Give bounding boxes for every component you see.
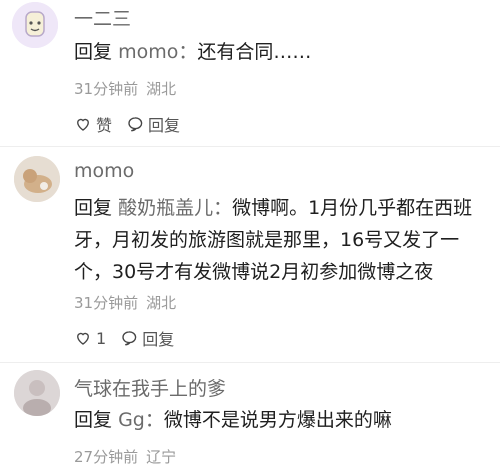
divider xyxy=(0,146,500,147)
mention-link[interactable]: 酸奶瓶盖儿 xyxy=(118,197,213,219)
comment-time: 27分钟前 xyxy=(74,448,139,466)
reply-label: 回复 xyxy=(148,116,181,135)
comment-meta: 31分钟前 湖北 xyxy=(74,78,184,99)
heart-icon xyxy=(77,118,89,131)
like-button[interactable]: 赞 xyxy=(74,112,112,136)
mention-separator: ： xyxy=(213,197,233,219)
comment-location: 湖北 xyxy=(146,294,177,312)
comment-username[interactable]: 一二三 xyxy=(74,4,131,31)
comment-text: 还有合同…… xyxy=(197,41,312,63)
like-count: 1 xyxy=(96,328,107,348)
comment-actions: 1 回复 xyxy=(74,326,188,350)
comment-bubble-icon xyxy=(128,117,143,132)
comment-bubble-icon xyxy=(122,331,137,346)
avatar[interactable] xyxy=(14,370,60,416)
comment-username[interactable]: 气球在我手上的爹 xyxy=(74,374,226,401)
heart-icon xyxy=(77,332,89,345)
avatar-image xyxy=(14,156,60,202)
reply-word: 回复 xyxy=(74,409,113,431)
avatar[interactable] xyxy=(12,2,58,48)
comment-time: 31分钟前 xyxy=(74,294,139,312)
mention-separator: ： xyxy=(178,41,198,63)
comment-location: 辽宁 xyxy=(146,448,177,466)
avatar[interactable] xyxy=(14,156,60,202)
like-label: 赞 xyxy=(96,116,113,135)
divider xyxy=(0,362,500,363)
like-button[interactable]: 1 xyxy=(74,329,106,348)
comment-meta: 31分钟前 湖北 xyxy=(74,292,184,313)
comment-username[interactable]: momo xyxy=(74,160,134,182)
mention-separator: ： xyxy=(144,409,164,431)
comment-content: 回复 Gg：微博不是说男方爆出来的嘛 xyxy=(74,404,488,436)
comment-text: 微博不是说男方爆出来的嘛 xyxy=(163,409,392,431)
comment-time: 31分钟前 xyxy=(74,80,139,98)
avatar-image xyxy=(14,370,60,416)
reply-word: 回复 xyxy=(74,197,113,219)
reply-label: 回复 xyxy=(142,330,175,349)
comment-content: 回复 酸奶瓶盖儿：微博啊。1月份几乎都在西班牙，月初发的旅游图就是那里，16号又… xyxy=(74,192,488,288)
reply-word: 回复 xyxy=(74,41,113,63)
comment-location: 湖北 xyxy=(146,80,177,98)
reply-button[interactable]: 回复 xyxy=(120,326,174,350)
mention-link[interactable]: momo xyxy=(118,41,178,63)
reply-button[interactable]: 回复 xyxy=(126,112,180,136)
mention-link[interactable]: Gg xyxy=(118,409,145,431)
comment-content: 回复 momo：还有合同…… xyxy=(74,36,488,68)
comment-meta: 27分钟前 辽宁 xyxy=(74,446,184,467)
comment-actions: 赞 回复 xyxy=(74,112,194,136)
avatar-image xyxy=(12,2,58,48)
